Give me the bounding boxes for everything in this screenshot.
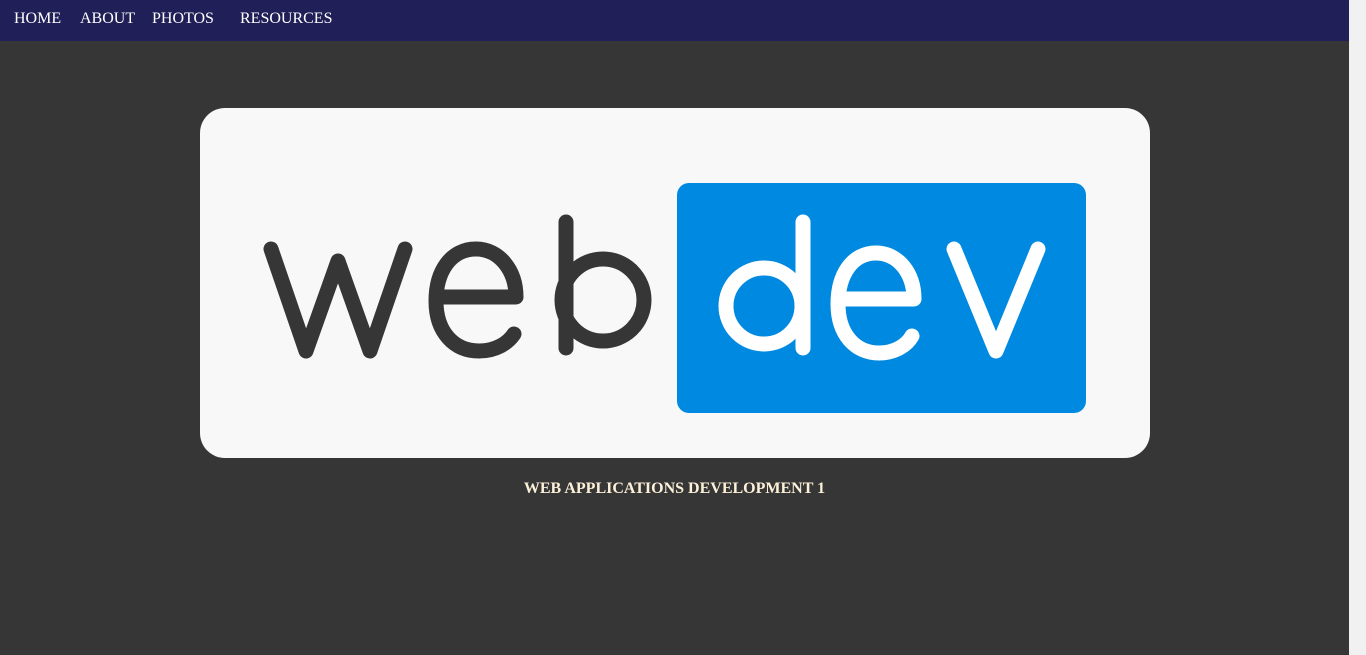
webdev-logo-graphic (263, 183, 1086, 413)
nav-link-home[interactable]: HOME (14, 10, 61, 28)
vertical-scrollbar[interactable] (1349, 0, 1366, 655)
page: HOME ABOUT PHOTOS RESOURCES WEB APPLICAT… (0, 0, 1366, 655)
course-title: WEB APPLICATIONS DEVELOPMENT 1 (523, 480, 826, 497)
logo-letter-b-bowl (554, 251, 652, 349)
webdev-logo-image (200, 108, 1150, 458)
nav-link-resources[interactable]: RESOURCES (240, 10, 332, 28)
logo-letter-e (428, 241, 524, 359)
nav-link-photos[interactable]: PHOTOS (152, 10, 214, 28)
top-navbar: HOME ABOUT PHOTOS RESOURCES (0, 0, 1349, 41)
nav-link-about[interactable]: ABOUT (80, 10, 135, 28)
logo-letter-w (263, 241, 413, 359)
logo-word-web (263, 214, 652, 359)
